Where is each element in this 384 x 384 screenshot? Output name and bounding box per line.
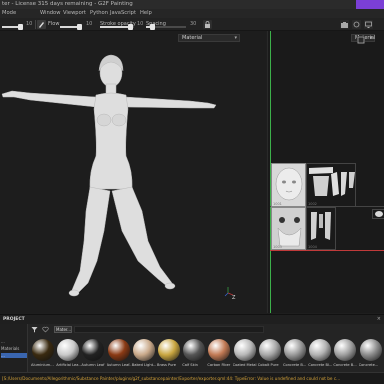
divider: [35, 20, 36, 29]
uv-tile-legs[interactable]: 1004: [306, 207, 336, 250]
material-thumbnail[interactable]: [32, 339, 54, 361]
window-title: ter - License 315 days remaining - G2F P…: [2, 1, 133, 7]
material-label: Concrete...: [358, 363, 379, 367]
material-label: Concrete Bl...: [308, 363, 333, 367]
stroke-opacity-slider-handle[interactable]: [128, 24, 134, 30]
menu-bar: Mode Window Viewport Python JavaScript H…: [0, 9, 384, 18]
search-tag[interactable]: Mater...: [54, 326, 72, 333]
shelf-toolbar: Mater...: [28, 324, 384, 335]
material-label: Calf Skin: [182, 363, 198, 367]
tree-item-selected[interactable]: ...: [1, 353, 27, 358]
display-settings-icon[interactable]: [364, 20, 373, 29]
tool-properties-bar: 10 Flow 10 Stroke opacity 10 Spacing 30: [0, 18, 384, 31]
figure-model[interactable]: [0, 31, 266, 313]
viewport-2d[interactable]: Material ▾ 1001 1002 1003 1004: [267, 31, 384, 313]
title-bar: ter - License 315 days remaining - G2F P…: [0, 0, 384, 9]
menu-python[interactable]: Python: [90, 10, 108, 16]
search-tag-label: Mater...: [56, 327, 72, 332]
favorite-icon[interactable]: [42, 326, 49, 333]
brush-icon[interactable]: [37, 20, 46, 29]
size-value[interactable]: 10: [26, 21, 32, 27]
stroke-opacity-slider[interactable]: [100, 24, 134, 30]
material-label: Brass Pure: [157, 363, 177, 367]
stroke-opacity-value[interactable]: 10: [137, 21, 143, 27]
size-slider[interactable]: [2, 24, 23, 30]
spacing-slider-handle[interactable]: [149, 24, 155, 30]
material-label: Autumn Leaf...: [106, 363, 132, 367]
shelf-title: PROJECT: [3, 317, 25, 322]
material-thumbnail[interactable]: [233, 339, 256, 361]
uv-tile-head[interactable]: 1001: [271, 163, 306, 207]
menu-viewport[interactable]: Viewport: [63, 10, 86, 16]
spacing-value[interactable]: 30: [190, 21, 196, 27]
material-label: Cobalt Pure: [257, 363, 279, 367]
material-thumbnail[interactable]: [359, 339, 382, 361]
flow-slider[interactable]: [60, 24, 83, 30]
uv-tile-number: 1004: [308, 245, 317, 249]
flow-value[interactable]: 10: [86, 21, 92, 27]
material-label: Coated Metal: [232, 363, 257, 367]
spacing-lock-icon[interactable]: [203, 20, 212, 29]
material-label: Autumn Leaf: [81, 363, 105, 367]
material-thumbnail[interactable]: [284, 339, 306, 361]
uv-tile-number: 1001: [273, 202, 282, 206]
material-label: Concrete B...: [333, 363, 357, 367]
material-label: Carbon Fiber: [207, 363, 231, 367]
uv-tile-arms[interactable]: 1002: [306, 163, 356, 207]
status-message: [S:/Users/Documents/Allegorithmic/Substa…: [2, 376, 341, 381]
uv-tile-number: 1002: [308, 202, 317, 206]
status-bar: [S:/Users/Documents/Allegorithmic/Substa…: [0, 372, 384, 384]
uv-tile-feet[interactable]: [372, 209, 384, 219]
flow-slider-handle[interactable]: [77, 24, 83, 30]
close-icon[interactable]: ×: [377, 316, 381, 322]
size-slider-handle[interactable]: [17, 24, 23, 30]
tree-item-materials[interactable]: Materials: [1, 346, 19, 351]
viewport-3d[interactable]: Material ▾ Z: [0, 31, 266, 313]
uv-tile-torso[interactable]: 1003: [271, 207, 306, 250]
chevron-down-icon: ▾: [369, 35, 372, 41]
material-label: Baked Light...: [131, 363, 157, 367]
material-label: Concrete B...: [283, 363, 307, 367]
search-input[interactable]: [74, 326, 264, 333]
menu-help[interactable]: Help: [140, 10, 152, 16]
filter-icon[interactable]: [31, 326, 38, 333]
uv-tile-number: 1003: [273, 245, 282, 249]
menu-window[interactable]: Window: [40, 10, 60, 16]
uv-view-toggle-icon[interactable]: [357, 36, 365, 44]
material-label: Artificial Lea...: [56, 363, 82, 367]
spacing-slider[interactable]: [146, 24, 186, 30]
material-thumbnail[interactable]: [132, 339, 155, 361]
camera-icon[interactable]: [340, 20, 349, 29]
tree-item[interactable]: ...: [1, 339, 5, 344]
material-thumbnail[interactable]: [107, 339, 130, 361]
flow-label: Flow: [48, 21, 60, 27]
render-icon[interactable]: [352, 20, 361, 29]
material-thumbnail[interactable]: [258, 339, 281, 361]
window-controls[interactable]: [356, 0, 384, 9]
shelf-header: PROJECT ×: [0, 315, 384, 324]
menu-mode[interactable]: Mode: [2, 10, 16, 16]
material-thumbnail[interactable]: [158, 339, 180, 361]
shelf-tree: ... Materials ...: [0, 324, 28, 376]
axis-gizmo-label: Z: [232, 295, 236, 301]
material-label: Aluminium...: [31, 363, 54, 367]
menu-javascript[interactable]: JavaScript: [110, 10, 136, 16]
